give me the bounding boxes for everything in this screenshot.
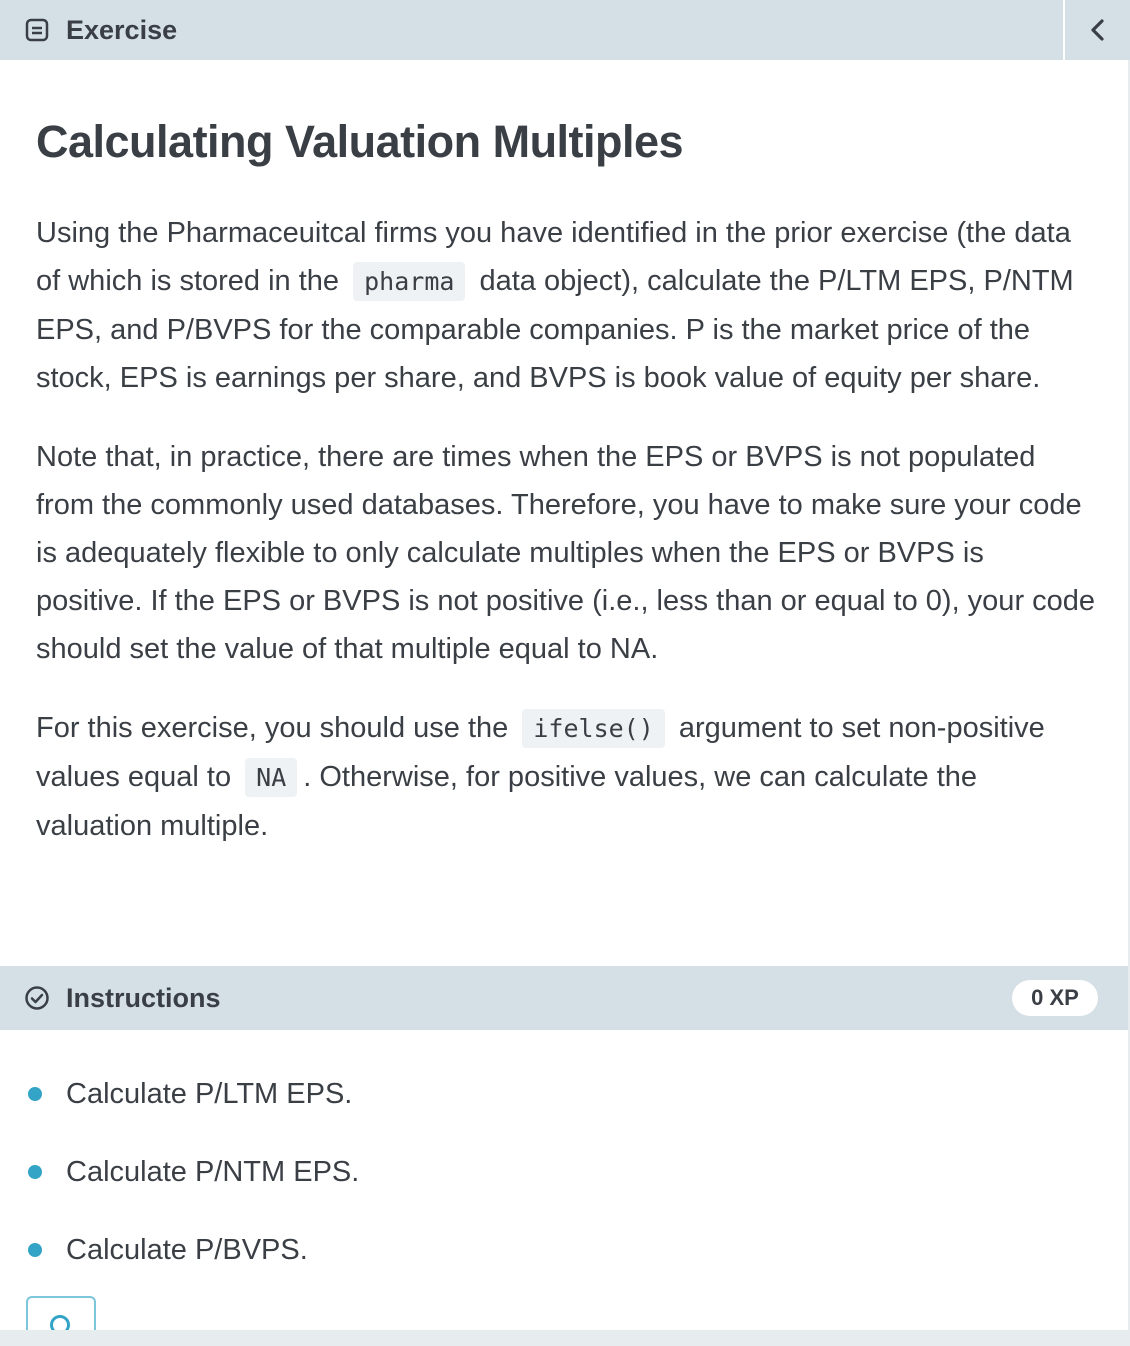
bullet-icon	[28, 1087, 42, 1101]
instructions-title-group: Instructions	[24, 966, 221, 1030]
check-circle-icon	[24, 985, 50, 1011]
exercise-title-group: Exercise	[24, 0, 177, 60]
instruction-text: Calculate P/LTM EPS.	[66, 1077, 353, 1110]
paragraph-3-text-a: For this exercise, you should use the	[36, 712, 509, 744]
exercise-paragraph-1: Using the Pharmaceuitcal firms you have …	[36, 209, 1096, 402]
instruction-item: Calculate P/BVPS.	[0, 1211, 1130, 1289]
exercise-icon	[24, 17, 50, 43]
exercise-paragraph-3: For this exercise, you should use the if…	[36, 704, 1096, 850]
code-ifelse: ifelse()	[522, 709, 665, 748]
header-divider	[1063, 0, 1065, 60]
hint-button[interactable]	[26, 1296, 96, 1330]
xp-badge: 0 XP	[1012, 980, 1098, 1016]
lightbulb-icon	[50, 1315, 70, 1330]
instructions-label: Instructions	[66, 982, 221, 1013]
instruction-item: Calculate P/LTM EPS.	[0, 1055, 1130, 1133]
instruction-text: Calculate P/BVPS.	[66, 1233, 308, 1266]
exercise-tab-title: Exercise	[66, 14, 178, 45]
chevron-left-icon	[1087, 17, 1109, 43]
code-pharma: pharma	[353, 262, 466, 301]
instruction-text: Calculate P/NTM EPS.	[66, 1155, 360, 1188]
panel-bottom-strip	[0, 1330, 1130, 1346]
instructions-list: Calculate P/LTM EPS. Calculate P/NTM EPS…	[0, 1055, 1130, 1289]
collapse-panel-button[interactable]	[1066, 0, 1130, 60]
instructions-header: Instructions 0 XP	[0, 966, 1130, 1030]
exercise-content: Calculating Valuation Multiples Using th…	[36, 100, 1096, 850]
exercise-header: Exercise	[0, 0, 1130, 60]
exercise-paragraph-2: Note that, in practice, there are times …	[36, 441, 1096, 665]
code-na: NA	[245, 758, 298, 797]
instruction-item: Calculate P/NTM EPS.	[0, 1133, 1130, 1211]
bullet-icon	[28, 1243, 42, 1257]
exercise-heading: Calculating Valuation Multiples	[36, 116, 684, 167]
exercise-panel: Exercise Calculating Valuation Multiples…	[0, 0, 1130, 1346]
bullet-icon	[28, 1165, 42, 1179]
